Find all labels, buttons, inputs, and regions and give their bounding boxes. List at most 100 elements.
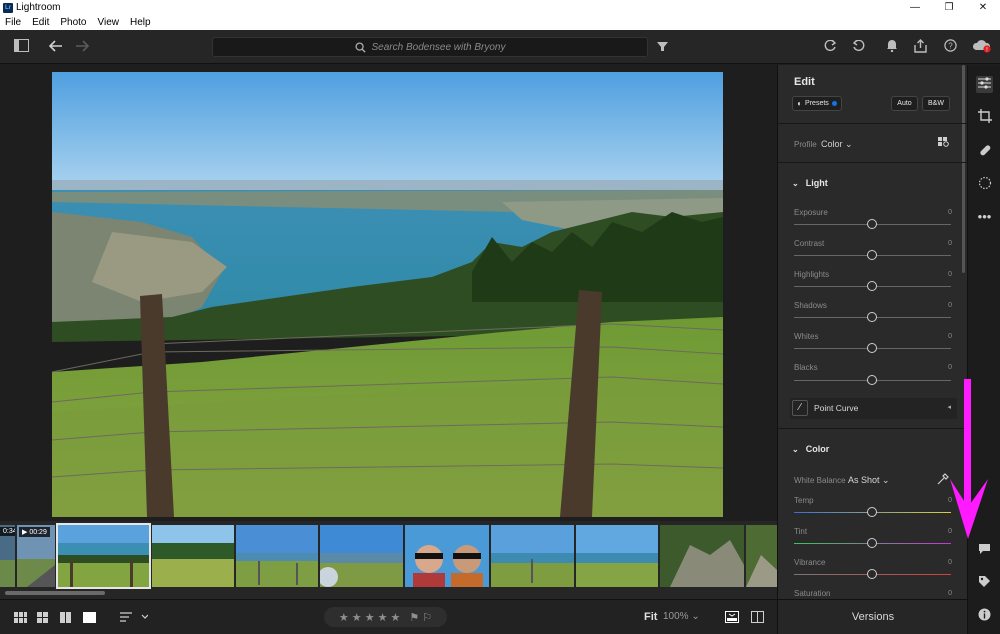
filmstrip-thumb[interactable] — [491, 525, 574, 587]
exposure-slider[interactable] — [794, 219, 951, 229]
blacks-value[interactable]: 0 — [948, 364, 952, 371]
main-photo[interactable] — [52, 72, 723, 517]
whites-value[interactable]: 0 — [948, 333, 952, 340]
forward-arrow-icon[interactable] — [75, 39, 90, 55]
cloud-sync-error-icon[interactable]: ! — [972, 39, 992, 56]
more-options-icon[interactable]: ••• — [976, 208, 993, 225]
filmstrip-thumb[interactable] — [746, 525, 777, 587]
temp-slider-knob[interactable] — [867, 507, 877, 517]
edit-sliders-icon[interactable] — [976, 76, 993, 93]
menu-view[interactable]: View — [98, 17, 120, 28]
menu-help[interactable]: Help — [130, 17, 151, 28]
blacks-slider-knob[interactable] — [867, 375, 877, 385]
filmstrip-thumb[interactable] — [405, 525, 489, 587]
white-balance-dropdown[interactable]: As Shot ⌄ — [848, 475, 890, 486]
pick-flag-icon[interactable]: ⚑ — [409, 611, 419, 624]
healing-brush-icon[interactable] — [976, 143, 993, 160]
highlights-slider-knob[interactable] — [867, 281, 877, 291]
color-section-header[interactable]: ⌄ Color — [792, 444, 829, 454]
temp-slider[interactable] — [794, 507, 951, 517]
undo-icon[interactable] — [852, 39, 865, 55]
contrast-slider[interactable] — [794, 250, 951, 260]
shadows-value[interactable]: 0 — [948, 302, 952, 309]
filmstrip-thumb[interactable]: ▶ 00:29 — [17, 525, 55, 587]
menu-edit[interactable]: Edit — [32, 17, 49, 28]
sort-icon[interactable] — [120, 611, 149, 626]
filmstrip-thumb[interactable]: 0:34 — [0, 525, 15, 587]
menu-file[interactable]: File — [5, 17, 21, 28]
curve-icon: ∕ — [792, 400, 808, 416]
filter-icon[interactable] — [657, 39, 668, 55]
before-after-icon[interactable] — [751, 611, 764, 626]
tint-label: Tint — [794, 527, 808, 536]
filmstrip-thumb[interactable] — [576, 525, 658, 587]
filmstrip-thumb[interactable] — [660, 525, 744, 587]
zoom-fit-label[interactable]: Fit — [644, 611, 657, 623]
right-tool-rail: ••• — [967, 65, 1000, 634]
rating-stars[interactable]: ★ ★ ★ ★ ★ ⚑ ⚐ — [324, 607, 447, 627]
photo-canvas[interactable] — [0, 65, 777, 521]
contrast-label: Contrast — [794, 239, 825, 248]
close-button[interactable]: ✕ — [966, 0, 1000, 15]
tint-slider-knob[interactable] — [867, 538, 877, 548]
contrast-slider-knob[interactable] — [867, 250, 877, 260]
help-icon[interactable]: ? — [944, 39, 957, 55]
exposure-value[interactable]: 0 — [948, 209, 952, 216]
detail-view-icon[interactable] — [83, 611, 96, 626]
exposure-slider-knob[interactable] — [867, 219, 877, 229]
grid-view-icon[interactable] — [14, 611, 27, 626]
comment-icon[interactable] — [976, 542, 993, 559]
highlights-value[interactable]: 0 — [948, 271, 952, 278]
redo-icon[interactable] — [824, 39, 837, 55]
auto-button[interactable]: Auto — [891, 96, 918, 111]
keyword-tag-icon[interactable] — [976, 575, 993, 592]
versions-button[interactable]: Versions — [777, 599, 967, 634]
vibrance-value[interactable]: 0 — [948, 559, 952, 566]
crop-icon[interactable] — [976, 109, 993, 126]
star-rating[interactable]: ★ ★ ★ ★ ★ — [339, 611, 401, 624]
highlights-slider[interactable] — [794, 281, 951, 291]
vibrance-slider-knob[interactable] — [867, 569, 877, 579]
search-input[interactable]: Search Bodensee with Bryony — [212, 37, 648, 57]
whites-slider[interactable] — [794, 343, 951, 353]
info-overlay-icon[interactable] — [725, 611, 739, 626]
vibrance-slider[interactable] — [794, 569, 951, 579]
maximize-button[interactable]: ❐ — [932, 0, 966, 15]
minimize-button[interactable]: — — [898, 0, 932, 15]
filmstrip-thumb-selected[interactable] — [56, 523, 151, 589]
saturation-value[interactable]: 0 — [948, 590, 952, 597]
bw-button[interactable]: B&W — [922, 96, 950, 111]
light-section-header[interactable]: ⌄ Light — [792, 178, 828, 188]
presets-button[interactable]: ◐ Presets — [792, 96, 842, 111]
whites-slider-knob[interactable] — [867, 343, 877, 353]
profile-dropdown[interactable]: Color ⌄ — [821, 139, 853, 150]
blacks-label: Blacks — [794, 363, 818, 372]
contrast-value[interactable]: 0 — [948, 240, 952, 247]
edit-panel-scrollbar[interactable] — [962, 65, 965, 273]
menu-bar: File Edit Photo View Help — [0, 15, 1000, 30]
filmstrip-thumb[interactable] — [152, 525, 234, 587]
profile-browser-icon[interactable] — [938, 137, 950, 151]
filmstrip-scrollbar[interactable] — [5, 591, 105, 595]
point-curve-row[interactable]: ∕ Point Curve ◂ — [790, 398, 957, 419]
reject-flag-icon[interactable]: ⚐ — [422, 611, 432, 624]
info-icon[interactable] — [976, 608, 993, 625]
shadows-slider-knob[interactable] — [867, 312, 877, 322]
filmstrip-thumb[interactable] — [320, 525, 403, 587]
tint-slider[interactable] — [794, 538, 951, 548]
masking-icon[interactable] — [976, 176, 993, 193]
sidebar-toggle-icon[interactable] — [14, 39, 29, 55]
presets-icon: ◐ — [797, 99, 803, 108]
color-section-title: Color — [805, 444, 830, 454]
share-icon[interactable] — [914, 39, 927, 56]
filmstrip-thumb[interactable] — [236, 525, 318, 587]
compare-view-icon[interactable] — [60, 611, 72, 626]
shadows-slider[interactable] — [794, 312, 951, 322]
zoom-percent-dropdown[interactable]: 100% ⌄ — [663, 611, 700, 622]
lightroom-app-icon: Lr — [3, 2, 13, 13]
blacks-slider[interactable] — [794, 375, 951, 385]
menu-photo[interactable]: Photo — [60, 17, 86, 28]
square-grid-icon[interactable] — [37, 611, 49, 626]
back-arrow-icon[interactable] — [48, 39, 63, 55]
notifications-bell-icon[interactable] — [886, 39, 898, 55]
